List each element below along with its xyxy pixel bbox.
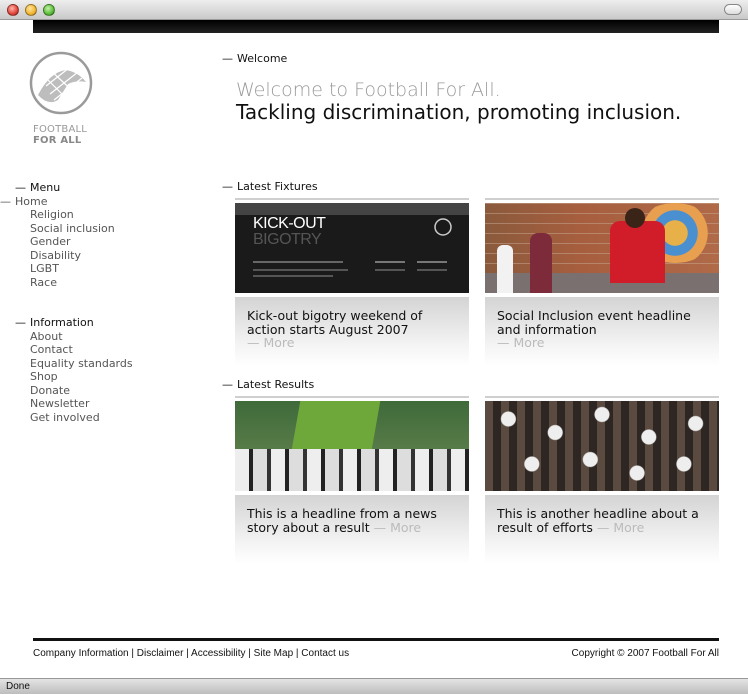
- result-1-caption: This is a headline from a news story abo…: [235, 495, 469, 564]
- footer-link-contact-us[interactable]: Contact us: [301, 648, 349, 659]
- welcome-label: Welcome: [237, 52, 288, 65]
- results-section-label: — Latest Results: [222, 378, 315, 391]
- fixture-2-image[interactable]: [485, 203, 719, 293]
- footer-links: Company Information | Disclaimer | Acces…: [33, 648, 350, 659]
- minimize-window-button[interactable]: [25, 4, 37, 16]
- information-heading: Information: [30, 316, 94, 329]
- fixture-2-headline[interactable]: Social Inclusion event headline and info…: [497, 308, 691, 337]
- image-headline-bigotry: BIGOTRY: [253, 231, 322, 248]
- logo-line-1: FOOTBALL: [33, 124, 88, 135]
- card-rule: [485, 396, 719, 398]
- card-rule: [485, 198, 719, 200]
- nav-item-equality-standards[interactable]: Equality standards: [15, 357, 133, 371]
- results-label: Latest Results: [237, 378, 315, 391]
- footer-link-disclaimer[interactable]: Disclaimer: [137, 648, 184, 659]
- copyright: Copyright © 2007 Football For All: [571, 648, 719, 659]
- result-card-2[interactable]: This is another headline about a result …: [485, 396, 719, 564]
- footer-link-site-map[interactable]: Site Map: [254, 648, 293, 659]
- welcome-subtitle: Welcome to Football For All.: [236, 79, 501, 101]
- logo-text: FOOTBALL FOR ALL: [33, 124, 87, 146]
- sidebar-information: — Information About Contact Equality stan…: [15, 316, 133, 424]
- fixtures-section-label: — Latest Fixtures: [222, 180, 318, 193]
- nav-item-about[interactable]: About: [15, 330, 133, 344]
- toolbar-toggle-button[interactable]: [724, 4, 742, 15]
- nav-item-donate[interactable]: Donate: [15, 384, 133, 398]
- footer-rule: [33, 638, 719, 641]
- close-window-button[interactable]: [7, 4, 19, 16]
- card-rule: [235, 198, 469, 200]
- nav-item-disability[interactable]: Disability: [15, 249, 115, 263]
- result-1-more-link[interactable]: — More: [374, 520, 421, 535]
- fixture-1-caption: Kick-out bigotry weekend of action start…: [235, 297, 469, 366]
- fixtures-label: Latest Fixtures: [237, 180, 318, 193]
- nav-item-race[interactable]: Race: [15, 276, 115, 290]
- result-card-1[interactable]: This is a headline from a news story abo…: [235, 396, 469, 564]
- nav-item-social-inclusion[interactable]: Social inclusion: [15, 222, 115, 236]
- fixture-2-more-link[interactable]: — More: [497, 335, 544, 350]
- nav-item-get-involved[interactable]: Get involved: [15, 411, 133, 425]
- nav-item-newsletter[interactable]: Newsletter: [15, 397, 133, 411]
- nav-item-home[interactable]: Home: [15, 195, 47, 208]
- zoom-window-button[interactable]: [43, 4, 55, 16]
- card-rule: [235, 396, 469, 398]
- fixture-card-2[interactable]: Social Inclusion event headline and info…: [485, 198, 719, 366]
- result-2-more-link[interactable]: — More: [597, 520, 644, 535]
- nav-item-lgbt[interactable]: LGBT: [15, 262, 115, 276]
- fixture-1-image[interactable]: KICK-OUT BIGOTRY: [235, 203, 469, 293]
- fixture-1-more-link[interactable]: — More: [247, 335, 294, 350]
- logo-line-2: FOR ALL: [33, 135, 82, 146]
- sidebar-menu: — Menu — Home Religion Social inclusion Ge…: [0, 181, 115, 290]
- footer-link-accessibility[interactable]: Accessibility: [191, 648, 245, 659]
- fixture-2-caption: Social Inclusion event headline and info…: [485, 297, 719, 366]
- window-titlebar: [0, 0, 748, 20]
- nav-item-shop[interactable]: Shop: [15, 370, 133, 384]
- fixture-card-1[interactable]: KICK-OUT BIGOTRY Kick-out bigotry weeken…: [235, 198, 469, 366]
- result-2-caption: This is another headline about a result …: [485, 495, 719, 564]
- status-text: Done: [6, 681, 30, 692]
- header-bar: [33, 20, 719, 33]
- nav-item-religion[interactable]: Religion: [15, 208, 115, 222]
- nav-item-contact[interactable]: Contact: [15, 343, 133, 357]
- browser-status-bar: Done: [0, 678, 748, 694]
- result-1-image[interactable]: [235, 401, 469, 491]
- welcome-section-label: — Welcome: [222, 52, 288, 65]
- result-2-image[interactable]: [485, 401, 719, 491]
- footer-link-company-information[interactable]: Company Information: [33, 648, 129, 659]
- image-logo-icon: [434, 218, 452, 236]
- nav-item-gender[interactable]: Gender: [15, 235, 115, 249]
- welcome-title: Tackling discrimination, promoting inclu…: [236, 100, 682, 124]
- menu-heading: Menu: [30, 181, 61, 194]
- fixture-1-headline[interactable]: Kick-out bigotry weekend of action start…: [247, 308, 422, 337]
